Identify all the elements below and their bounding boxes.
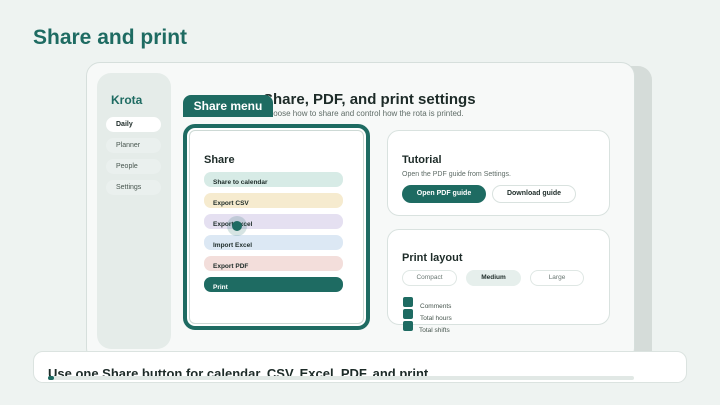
total-shifts-label: Total shifts — [419, 327, 450, 334]
share-menu: Share Share to calendar Export CSV Expor… — [183, 124, 370, 330]
print-item[interactable]: Print — [204, 277, 343, 292]
tutorial-text: Open the PDF guide from Settings. — [402, 171, 511, 178]
brand-logo: Krota — [111, 93, 143, 107]
download-guide-button[interactable]: Download guide — [492, 185, 576, 203]
progress-track[interactable] — [48, 376, 634, 380]
total-shifts-checkbox[interactable] — [403, 321, 413, 331]
sidebar-item-planner[interactable]: Planner — [106, 138, 161, 153]
settings-subtitle: Choose how to share and control how the … — [263, 109, 464, 118]
export-pdf-item[interactable]: Export PDF — [204, 256, 343, 271]
sidebar-item-people[interactable]: People — [106, 159, 161, 174]
comments-checkbox[interactable] — [403, 297, 413, 307]
share-to-calendar-item[interactable]: Share to calendar — [204, 172, 343, 187]
cursor-icon — [232, 221, 242, 231]
comments-label: Comments — [420, 303, 452, 310]
tutorial-card: Tutorial Open the PDF guide from Setting… — [387, 130, 610, 216]
print-layout-title: Print layout — [402, 252, 463, 264]
layout-option-large[interactable]: Large — [530, 270, 584, 286]
export-excel-item[interactable]: Export Excel — [204, 214, 343, 229]
page-title: Share and print — [33, 26, 188, 49]
open-pdf-guide-button[interactable]: Open PDF guide — [402, 185, 486, 203]
total-hours-checkbox[interactable] — [403, 309, 413, 319]
total-hours-label: Total hours — [420, 315, 452, 322]
sidebar: Krota Daily Planner People Settings — [97, 73, 171, 349]
export-csv-item[interactable]: Export CSV — [204, 193, 343, 208]
caption-bar: Use one Share button for calendar, CSV, … — [33, 351, 687, 383]
progress-fill — [48, 376, 54, 380]
share-menu-title: Share — [204, 154, 235, 166]
caption-mask — [34, 380, 686, 382]
import-excel-item[interactable]: Import Excel — [204, 235, 343, 250]
print-layout-card: Print layout Compact Medium Large Commen… — [387, 229, 610, 331]
share-menu-tooltip: Share menu — [183, 95, 273, 117]
tutorial-title: Tutorial — [402, 154, 442, 166]
sidebar-item-settings[interactable]: Settings — [106, 180, 161, 195]
layout-option-medium[interactable]: Medium — [466, 270, 521, 286]
layout-option-compact[interactable]: Compact — [402, 270, 457, 286]
settings-title: Share, PDF, and print settings — [263, 91, 476, 108]
sidebar-item-daily[interactable]: Daily — [106, 117, 161, 132]
